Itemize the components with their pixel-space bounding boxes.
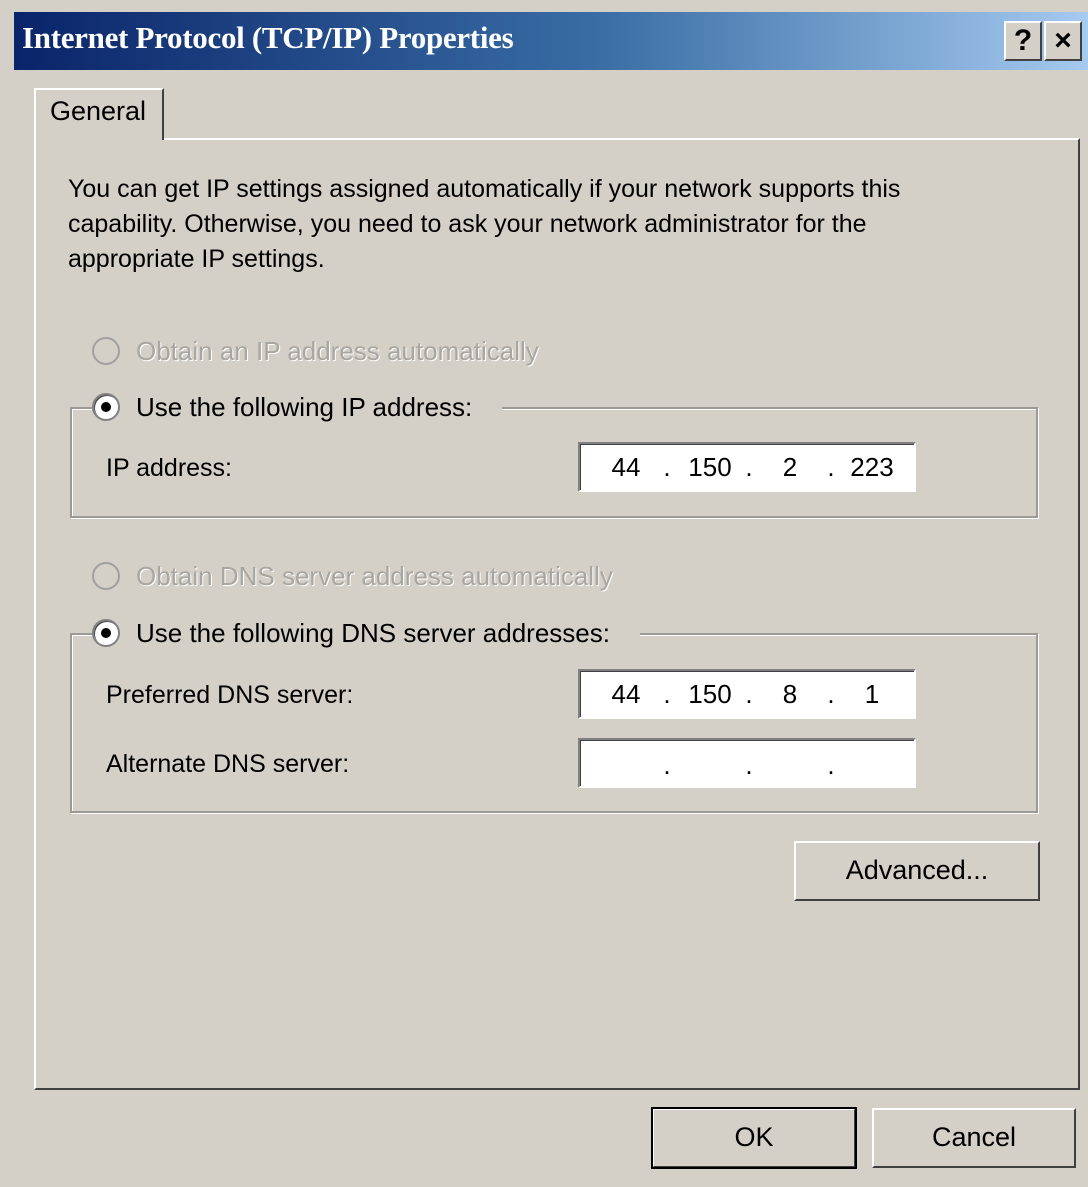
radio-selected-dot: [101, 628, 111, 638]
close-button[interactable]: ×: [1044, 21, 1082, 61]
window-title: Internet Protocol (TCP/IP) Properties: [22, 20, 514, 55]
obtain-dns-auto-label: Obtain DNS server address automatically: [136, 560, 613, 591]
obtain-dns-auto-radio[interactable]: [92, 562, 120, 590]
use-following-ip-radio[interactable]: [92, 393, 120, 421]
use-following-dns-radio[interactable]: [92, 619, 120, 647]
use-following-dns-option[interactable]: Use the following DNS server addresses:: [92, 616, 640, 650]
use-following-ip-label: Use the following IP address:: [136, 391, 473, 422]
obtain-ip-auto-radio[interactable]: [92, 337, 120, 365]
title-bar[interactable]: Internet Protocol (TCP/IP) Properties ? …: [14, 12, 1088, 70]
obtain-ip-auto-label: Obtain an IP address automatically: [136, 335, 539, 366]
tab-general[interactable]: General: [34, 88, 164, 140]
use-following-ip-option[interactable]: Use the following IP address:: [92, 390, 503, 424]
help-icon: ?: [1013, 24, 1033, 57]
cancel-button[interactable]: Cancel: [872, 1108, 1076, 1168]
close-icon: ×: [1054, 24, 1072, 57]
obtain-ip-auto-option[interactable]: Obtain an IP address automatically: [92, 334, 569, 368]
tab-panel-general: [34, 138, 1080, 1090]
ok-button[interactable]: OK: [651, 1107, 857, 1169]
help-button[interactable]: ?: [1004, 21, 1042, 61]
radio-selected-dot: [101, 402, 111, 412]
tcpip-properties-dialog: Internet Protocol (TCP/IP) Properties ? …: [0, 0, 1088, 1187]
obtain-dns-auto-option[interactable]: Obtain DNS server address automatically: [92, 559, 643, 593]
use-following-dns-label: Use the following DNS server addresses:: [136, 617, 610, 648]
